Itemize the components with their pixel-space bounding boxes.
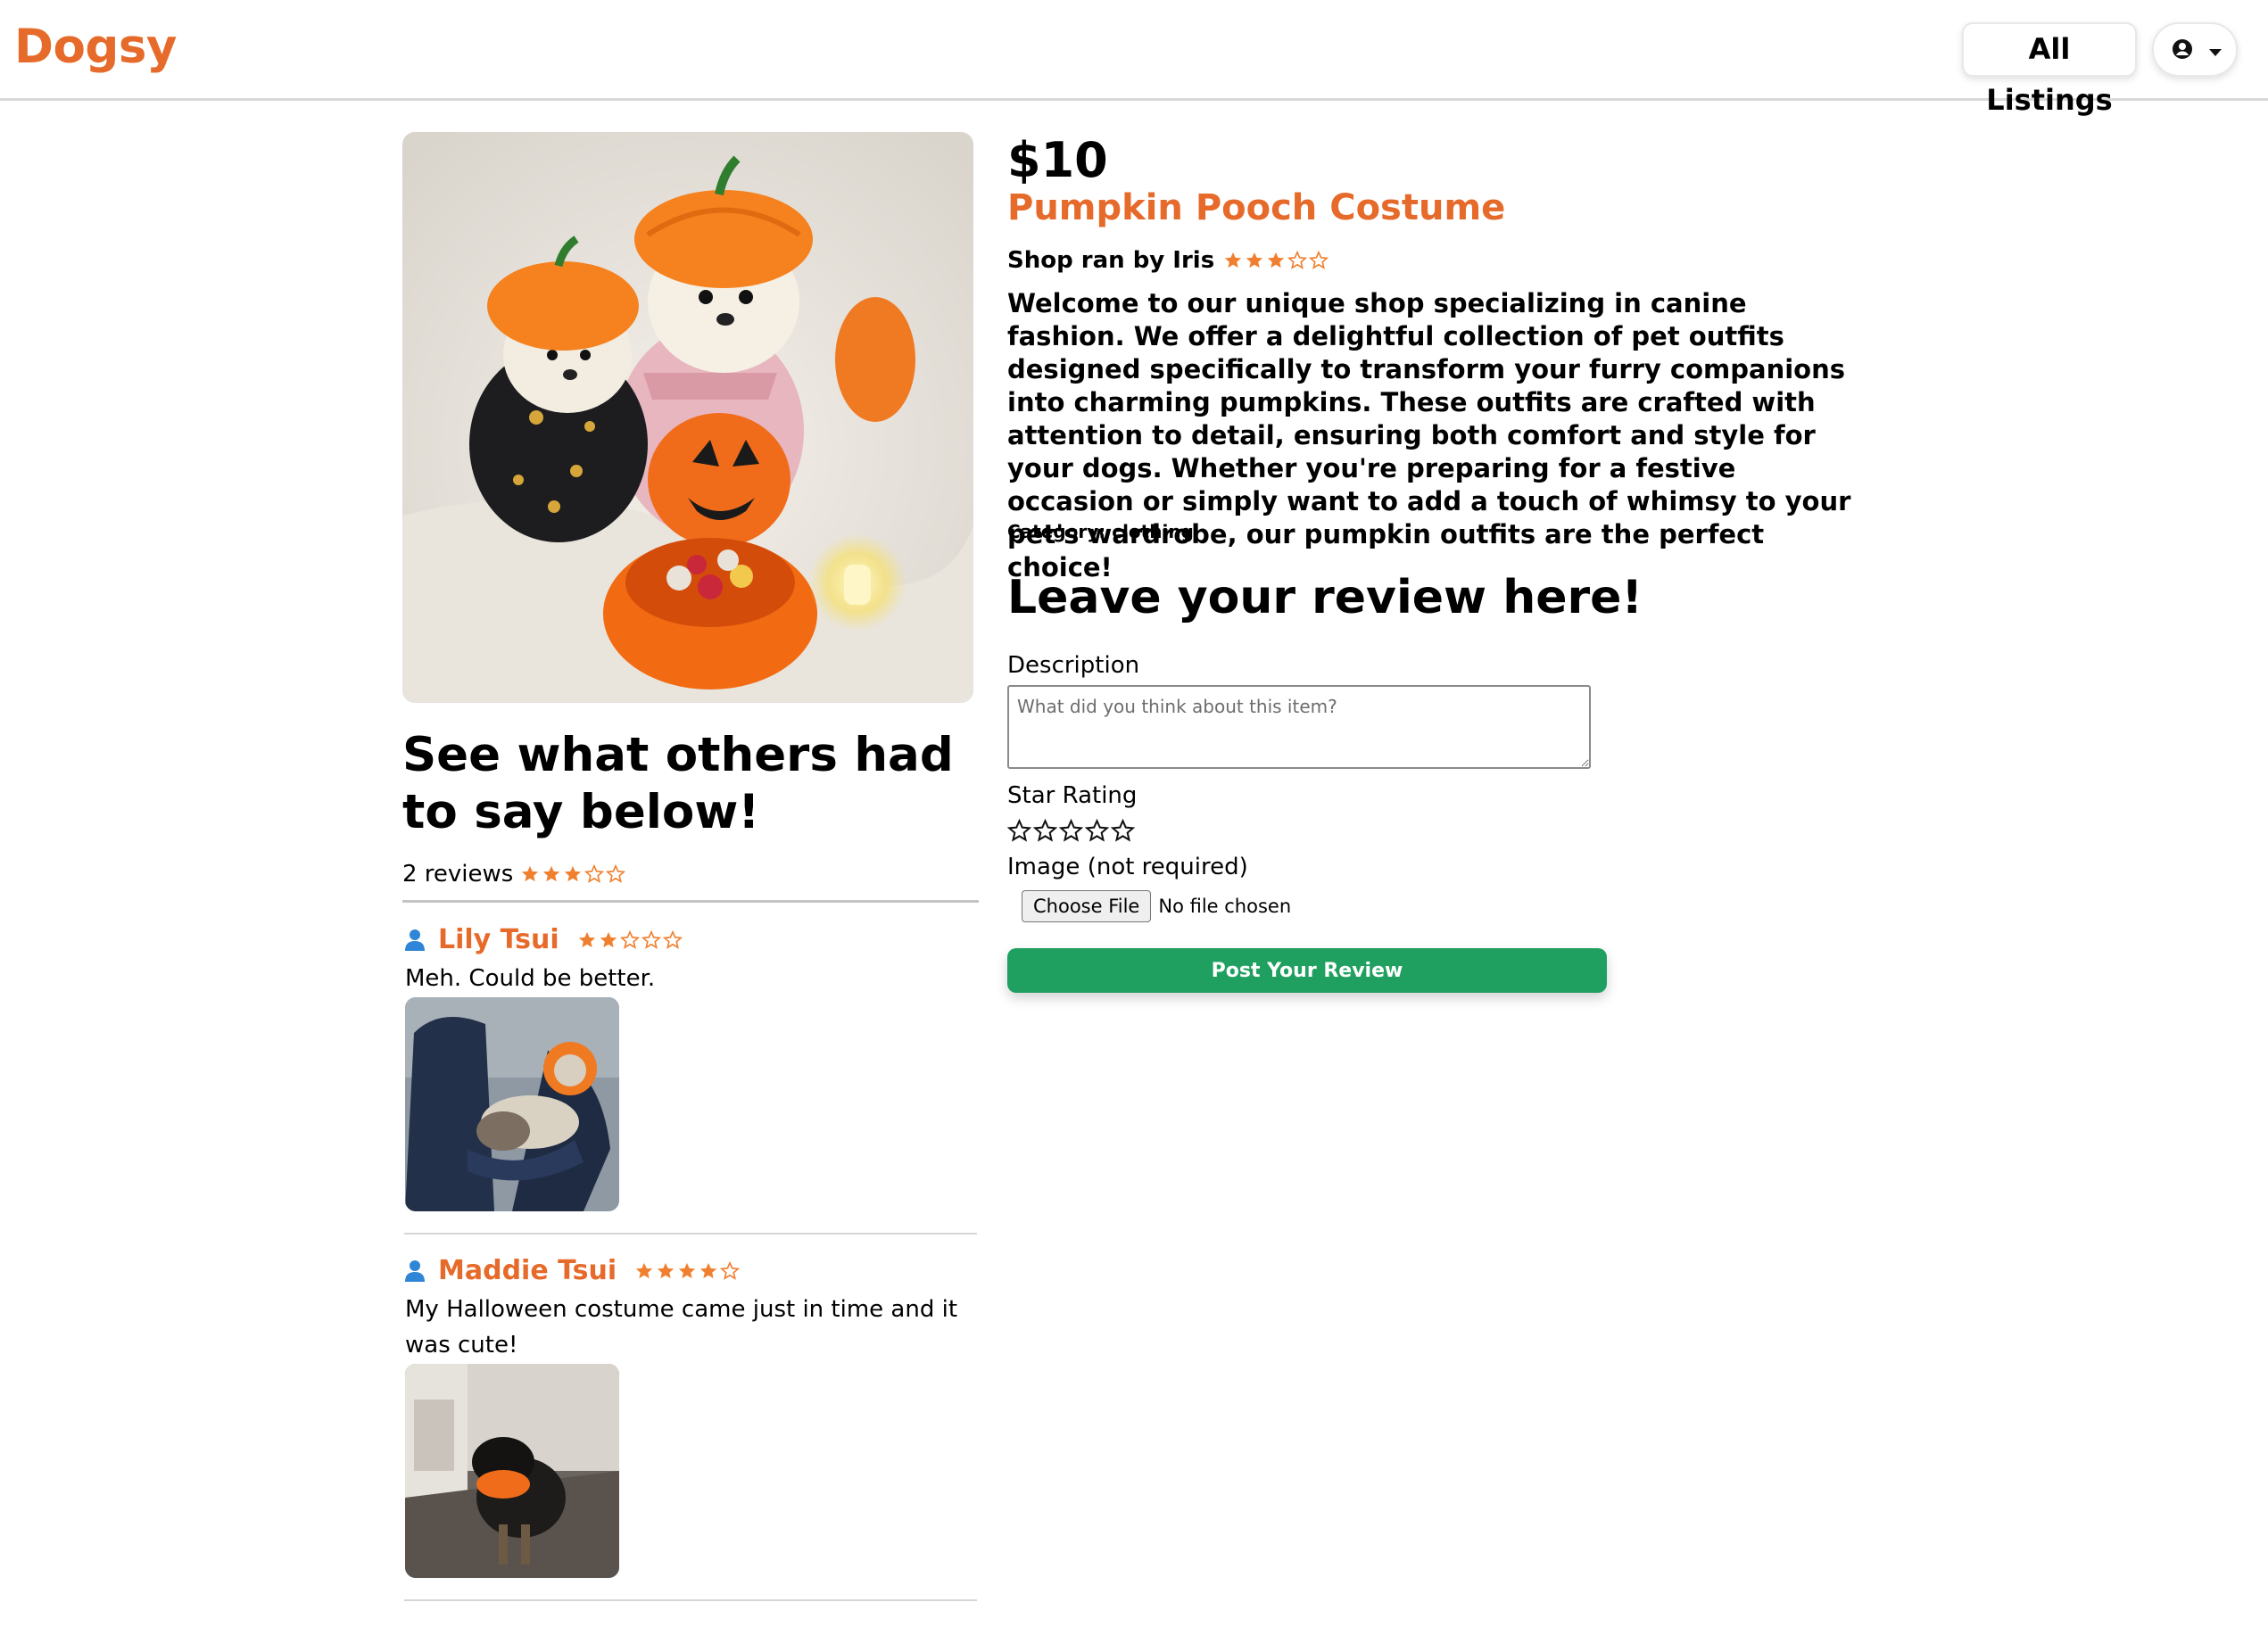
average-rating-stars [520,864,626,884]
star-filled-icon [1225,252,1242,268]
review-header: Maddie Tsui [404,1255,741,1286]
review-divider [404,1233,977,1235]
review-photo [405,997,619,1211]
review-summary: 2 reviews [402,858,626,890]
review-rating-stars [577,929,683,950]
star-outline-icon [662,929,683,949]
star-outline-icon[interactable] [1007,819,1031,843]
review-count-label: 2 reviews [402,861,514,888]
review-description-input[interactable] [1007,685,1591,769]
star-filled-icon [578,931,595,947]
shop-rating-stars [1223,251,1329,270]
review-text: My Halloween costume came just in time a… [405,1296,958,1359]
top-navbar: Dogsy All Listings [0,0,2268,117]
reviewer-name: Lily Tsui [438,924,559,955]
review-text: Meh. Could be better. [405,965,656,992]
star-filled-icon [565,865,582,882]
star-outline-icon[interactable] [1033,819,1057,843]
listing-price: $10 [1007,132,1108,188]
image-label: Image (not required) [1007,854,1248,880]
star-filled-icon [1246,252,1263,268]
star-outline-icon[interactable] [1085,819,1109,843]
star-filled-icon [657,1262,675,1278]
star-filled-icon [600,931,617,947]
shop-owner-label[interactable]: Shop ran by Iris [1007,247,1214,274]
star-rating-label: Star Rating [1007,782,1138,809]
listing-photo [402,132,973,703]
star-outline-icon[interactable] [1059,819,1083,843]
listing-title: Pumpkin Pooch Costume [1007,187,1506,228]
star-outline-icon[interactable] [1111,819,1135,843]
post-review-button[interactable]: Post Your Review [1007,948,1607,993]
reviews-divider [402,900,979,903]
user-icon [404,929,426,952]
review-rating-stars [634,1260,741,1281]
review-photo [405,1364,619,1578]
dogsy-logo[interactable]: Dogsy [14,20,177,74]
star-rating-input [1007,819,1135,843]
star-outline-icon [619,929,640,949]
star-outline-icon [584,864,605,883]
star-outline-icon [720,1260,741,1280]
user-circle-icon [2172,38,2193,60]
star-outline-icon [1309,251,1329,269]
image-file-input: Choose File No file chosen [1022,890,1291,922]
description-label: Description [1007,652,1140,679]
star-filled-icon [699,1262,717,1278]
user-icon [404,1259,426,1283]
listing-category: Category: clothing [1007,521,1194,542]
star-filled-icon [522,865,539,882]
shop-info: Shop ran by Iris [1007,247,1329,274]
star-outline-icon [641,929,661,949]
choose-file-button[interactable]: Choose File [1022,890,1152,922]
reviews-heading: See what others had to say below! [402,728,954,839]
star-outline-icon [606,864,626,883]
star-filled-icon [678,1262,696,1278]
file-status-text: No file chosen [1158,896,1292,917]
profile-menu-button[interactable] [2152,22,2238,77]
review-divider [404,1599,977,1601]
review-header: Lily Tsui [404,924,683,955]
star-filled-icon [635,1262,653,1278]
star-outline-icon [1287,251,1308,269]
star-filled-icon [1268,252,1285,268]
star-filled-icon [543,865,560,882]
review-form-heading: Leave your review here! [1007,571,1643,624]
chevron-down-icon [2207,47,2223,58]
all-listings-button[interactable]: All Listings [1962,22,2137,117]
reviewer-name: Maddie Tsui [438,1255,617,1286]
